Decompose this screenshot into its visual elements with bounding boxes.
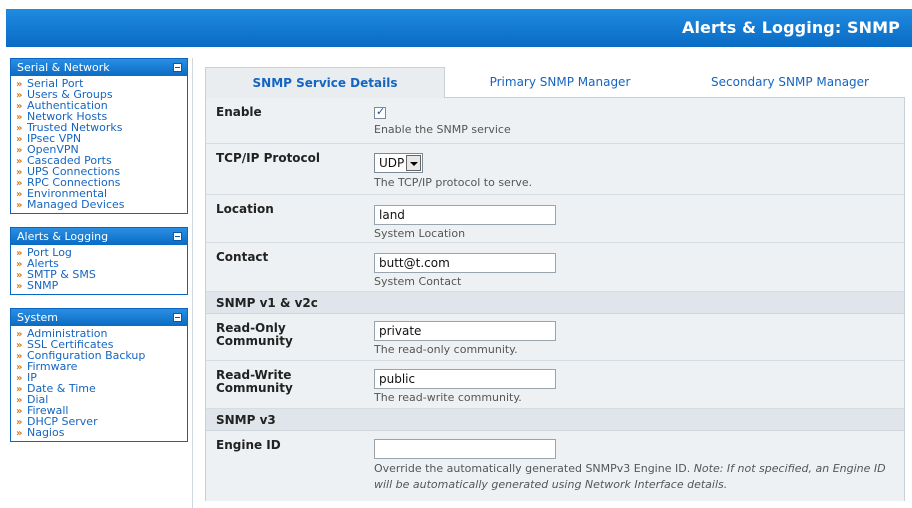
sidebar-panel-title: System <box>17 311 59 324</box>
protocol-selected-value: UDP <box>379 156 405 170</box>
sidebar-item-label: Managed Devices <box>26 198 125 211</box>
sidebar-panel-alerts-logging: Alerts & Logging » Port Log» Alerts» SMT… <box>10 227 188 295</box>
protocol-help: The TCP/IP protocol to serve. <box>374 176 533 189</box>
section-snmp-v3: SNMP v3 <box>206 409 904 431</box>
tab-secondary-snmp-manager[interactable]: Secondary SNMP Manager <box>675 67 905 98</box>
contact-label: Contact <box>216 250 269 264</box>
ro-community-row: Read-Only Community private The read-onl… <box>206 314 904 361</box>
ro-community-label: Read-Only Community <box>216 322 293 348</box>
sidebar: Serial & Network » Serial Port» Users & … <box>10 58 188 455</box>
location-row: Location land System Location <box>206 195 904 243</box>
engine-id-label: Engine ID <box>216 438 281 452</box>
sidebar-panel-title: Serial & Network <box>17 61 110 74</box>
chevron-down-icon <box>406 155 421 171</box>
engine-id-row: Engine ID Override the automatically gen… <box>206 431 904 501</box>
rw-community-help: The read-write community. <box>374 391 522 404</box>
contact-help: System Contact <box>374 275 462 288</box>
location-input[interactable]: land <box>374 205 556 225</box>
sidebar-panel-body: » Port Log» Alerts» SMTP & SMS» SNMP <box>11 245 187 294</box>
engine-id-help-text: Override the automatically generated SNM… <box>374 462 691 475</box>
enable-label: Enable <box>216 105 262 119</box>
sidebar-item-nagios[interactable]: » Nagios <box>16 426 187 439</box>
arrow-icon: » <box>16 428 23 439</box>
sidebar-item-label: SNMP <box>26 279 59 292</box>
rw-community-label: Read-Write Community <box>216 369 293 395</box>
arrow-icon: » <box>16 200 23 211</box>
sidebar-panel-body: » Administration» SSL Certificates» Conf… <box>11 326 187 441</box>
protocol-select[interactable]: UDP <box>374 153 423 173</box>
page-header: Alerts & Logging: SNMP <box>6 9 912 47</box>
tab-bar: SNMP Service Details Primary SNMP Manage… <box>205 67 905 98</box>
protocol-label: TCP/IP Protocol <box>216 151 321 165</box>
engine-id-help: Override the automatically generated SNM… <box>374 461 904 493</box>
main-content: SNMP Service Details Primary SNMP Manage… <box>192 58 912 508</box>
sidebar-panel-header[interactable]: System <box>11 309 187 326</box>
protocol-row: TCP/IP Protocol UDP The TCP/IP protocol … <box>206 144 904 195</box>
rw-community-row: Read-Write Community public The read-wri… <box>206 361 904 409</box>
ro-community-input[interactable]: private <box>374 321 556 341</box>
sidebar-panel-header[interactable]: Serial & Network <box>11 59 187 76</box>
sidebar-panel-title: Alerts & Logging <box>17 230 109 243</box>
snmp-form: Enable Enable the SNMP service TCP/IP Pr… <box>205 98 905 501</box>
collapse-icon[interactable] <box>173 63 182 72</box>
collapse-icon[interactable] <box>173 232 182 241</box>
location-help: System Location <box>374 227 466 240</box>
page-title: Alerts & Logging: SNMP <box>681 18 900 37</box>
sidebar-item-snmp[interactable]: » SNMP <box>16 279 187 292</box>
sidebar-panel-body: » Serial Port» Users & Groups» Authentic… <box>11 76 187 213</box>
engine-id-input[interactable] <box>374 439 556 459</box>
location-label: Location <box>216 202 274 216</box>
contact-input[interactable]: butt@t.com <box>374 253 556 273</box>
contact-row: Contact butt@t.com System Contact <box>206 243 904 292</box>
sidebar-panel-system: System » Administration» SSL Certificate… <box>10 308 188 442</box>
ro-community-help: The read-only community. <box>374 343 518 356</box>
rw-community-label-line2: Community <box>216 381 293 395</box>
tab-snmp-service-details[interactable]: SNMP Service Details <box>205 67 445 98</box>
sidebar-item-managed-devices[interactable]: » Managed Devices <box>16 198 187 211</box>
sidebar-item-firmware[interactable]: » Firmware <box>16 361 187 373</box>
enable-checkbox[interactable] <box>374 105 386 119</box>
sidebar-panel-header[interactable]: Alerts & Logging <box>11 228 187 245</box>
enable-row: Enable Enable the SNMP service <box>206 98 904 144</box>
tab-primary-snmp-manager[interactable]: Primary SNMP Manager <box>445 67 675 98</box>
sidebar-panel-serial-network: Serial & Network » Serial Port» Users & … <box>10 58 188 214</box>
section-snmp-v1-v2c: SNMP v1 & v2c <box>206 292 904 314</box>
collapse-icon[interactable] <box>173 313 182 322</box>
arrow-icon: » <box>16 281 23 292</box>
ro-community-label-line2: Community <box>216 334 293 348</box>
sidebar-item-label: Nagios <box>26 426 65 439</box>
rw-community-input[interactable]: public <box>374 369 556 389</box>
enable-help: Enable the SNMP service <box>374 123 511 136</box>
